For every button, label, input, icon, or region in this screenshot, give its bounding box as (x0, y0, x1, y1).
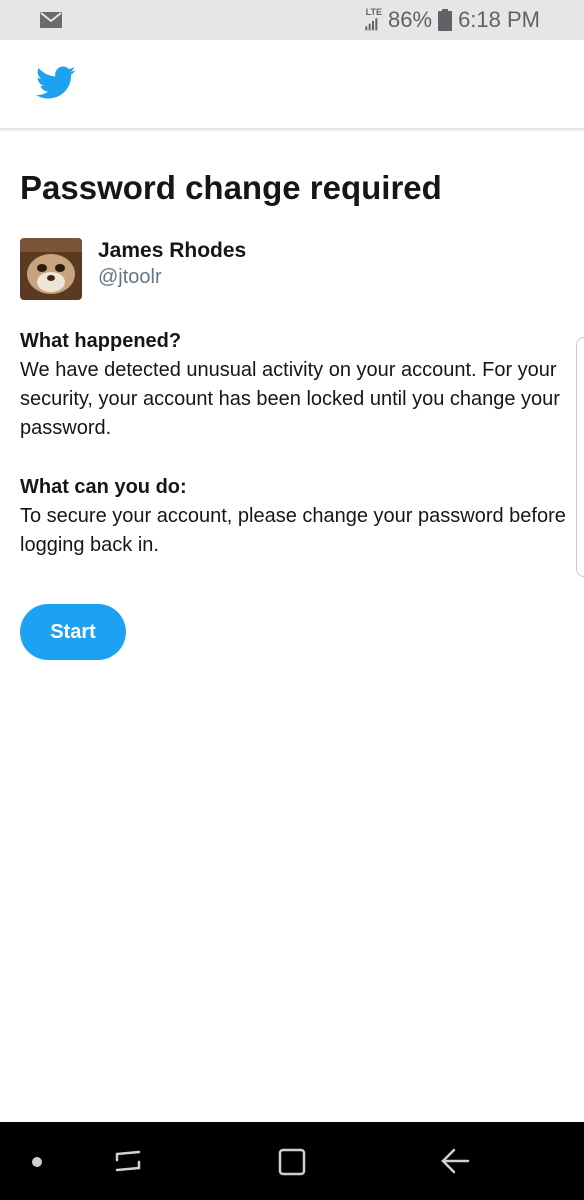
profile-name: James Rhodes (98, 239, 247, 262)
back-icon[interactable] (440, 1146, 470, 1176)
avatar-image (20, 238, 82, 300)
page-title: Password change required (20, 169, 442, 206)
profile-card: James Rhodes @jtoolr (20, 238, 568, 300)
network-label: LTE (365, 6, 383, 17)
profile-text: James Rhodes @jtoolr (98, 238, 246, 290)
status-left (40, 12, 62, 28)
status-bar: LTE 86% 6:18 PM (0, 0, 584, 40)
home-dot-icon[interactable] (32, 1157, 42, 1167)
what-happened-section: What happened? We have detected unusual … (20, 326, 568, 443)
section-body: We have detected unusual activity on you… (20, 359, 560, 439)
main-content: Password change required James Rhodes @j… (20, 130, 568, 660)
recent-apps-icon[interactable] (113, 1146, 143, 1176)
network-indicator: LTE (362, 6, 383, 33)
clock: 6:18 PM (458, 7, 540, 32)
section-heading: What can you do: (20, 476, 187, 498)
twitter-bird-icon[interactable] (36, 66, 76, 100)
status-right: LTE 86% 6:18 PM (362, 7, 540, 33)
start-button[interactable]: Start (20, 604, 126, 660)
profile-handle: @jtoolr (98, 266, 162, 288)
android-nav-bar (0, 1122, 584, 1200)
what-can-you-do-section: What can you do: To secure your account,… (20, 472, 568, 560)
section-heading: What happened? (20, 330, 182, 352)
edge-panel-handle[interactable] (576, 337, 584, 577)
home-icon[interactable] (278, 1148, 306, 1176)
section-body: To secure your account, please change yo… (20, 505, 566, 556)
battery-percent: 86% (388, 7, 433, 32)
battery-icon (438, 9, 453, 31)
mail-icon (40, 12, 62, 28)
avatar[interactable] (20, 238, 82, 300)
signal-icon (365, 17, 378, 30)
app-header (0, 40, 584, 130)
